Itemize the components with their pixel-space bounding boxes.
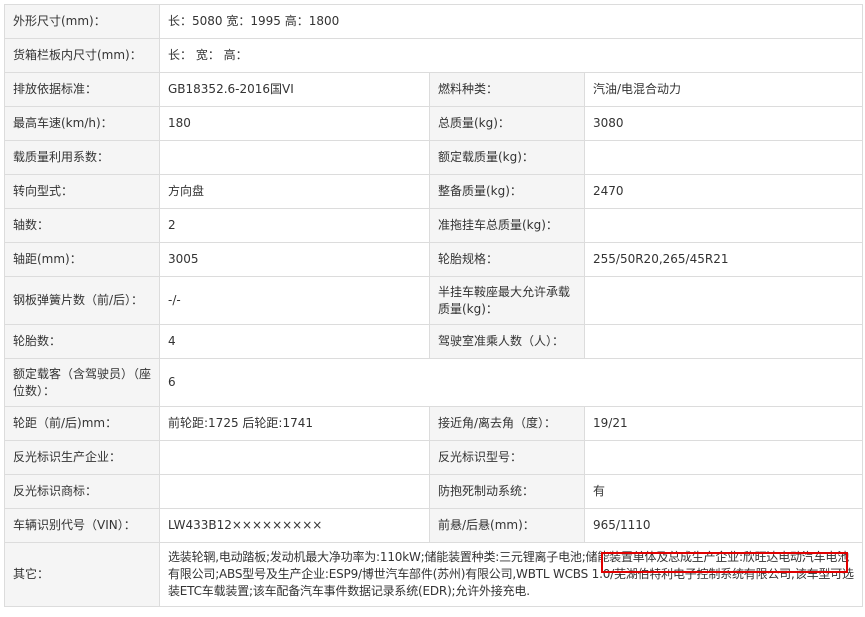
label-gross-mass: 总质量(kg)： <box>429 106 585 141</box>
label-cargo-box-dimensions: 货箱栏板内尺寸(mm)： <box>4 38 160 73</box>
table-row: 车辆识别代号（VIN）： LW433B12××××××××× 前悬/后悬(mm)… <box>4 508 863 543</box>
value-cargo-box-dimensions: 长： 宽： 高： <box>159 38 863 73</box>
value-leaf-springs: -/- <box>159 276 430 325</box>
label-cab-capacity: 驾驶室准乘人数（人）： <box>429 324 585 359</box>
label-vin: 车辆识别代号（VIN）： <box>4 508 160 543</box>
value-reflective-brand <box>159 474 430 509</box>
value-axle-count: 2 <box>159 208 430 243</box>
table-row: 排放依据标准： GB18352.6-2016国VI 燃料种类： 汽油/电混合动力 <box>4 72 863 107</box>
table-row: 轮胎数： 4 驾驶室准乘人数（人）： <box>4 324 863 359</box>
value-reflective-maker <box>159 440 430 475</box>
table-row: 最高车速(km/h)： 180 总质量(kg)： 3080 <box>4 106 863 141</box>
value-overhang: 965/1110 <box>584 508 863 543</box>
value-abs: 有 <box>584 474 863 509</box>
table-row: 钢板弹簧片数（前/后）： -/- 半挂车鞍座最大允许承载质量(kg)： <box>4 276 863 325</box>
table-row: 货箱栏板内尺寸(mm)： 长： 宽： 高： <box>4 38 863 73</box>
value-wheelbase: 3005 <box>159 242 430 277</box>
value-track-width: 前轮距:1725 后轮距:1741 <box>159 406 430 441</box>
value-load-utilization <box>159 140 430 175</box>
label-wheelbase: 轴距(mm)： <box>4 242 160 277</box>
label-reflective-maker: 反光标识生产企业： <box>4 440 160 475</box>
label-abs: 防抱死制动系统： <box>429 474 585 509</box>
label-other: 其它： <box>4 542 160 607</box>
vehicle-spec-table: 外形尺寸(mm)： 长：5080 宽：1995 高：1800 货箱栏板内尺寸(m… <box>4 4 863 607</box>
label-load-utilization: 载质量利用系数： <box>4 140 160 175</box>
label-approach-departure-angle: 接近角/离去角（度）： <box>429 406 585 441</box>
value-reflective-model <box>584 440 863 475</box>
table-row: 外形尺寸(mm)： 长：5080 宽：1995 高：1800 <box>4 4 863 39</box>
label-overall-dimensions: 外形尺寸(mm)： <box>4 4 160 39</box>
label-track-width: 轮距（前/后)mm： <box>4 406 160 441</box>
value-max-speed: 180 <box>159 106 430 141</box>
table-row: 额定载客（含驾驶员）（座位数）： 6 <box>4 358 863 407</box>
value-steering-type: 方向盘 <box>159 174 430 209</box>
value-trailer-mass <box>584 208 863 243</box>
label-fuel-type: 燃料种类： <box>429 72 585 107</box>
table-row: 轴距(mm)： 3005 轮胎规格： 255/50R20,265/45R21 <box>4 242 863 277</box>
label-rated-load: 额定载质量(kg)： <box>429 140 585 175</box>
table-row: 载质量利用系数： 额定载质量(kg)： <box>4 140 863 175</box>
label-tire-count: 轮胎数： <box>4 324 160 359</box>
label-overhang: 前悬/后悬(mm)： <box>429 508 585 543</box>
label-leaf-springs: 钢板弹簧片数（前/后）： <box>4 276 160 325</box>
value-tire-count: 4 <box>159 324 430 359</box>
label-rated-passengers: 额定载客（含驾驶员）（座位数）： <box>4 358 160 407</box>
table-row: 反光标识商标： 防抱死制动系统： 有 <box>4 474 863 509</box>
table-row: 反光标识生产企业： 反光标识型号： <box>4 440 863 475</box>
table-row: 其它： 选装轮辋,电动踏板;发动机最大净功率为:110kW;储能装置种类:三元锂… <box>4 542 863 607</box>
value-cab-capacity <box>584 324 863 359</box>
value-overall-dimensions: 长：5080 宽：1995 高：1800 <box>159 4 863 39</box>
label-axle-count: 轴数： <box>4 208 160 243</box>
table-row: 转向型式： 方向盘 整备质量(kg)： 2470 <box>4 174 863 209</box>
value-fifth-wheel-load <box>584 276 863 325</box>
value-vin: LW433B12××××××××× <box>159 508 430 543</box>
label-fifth-wheel-load: 半挂车鞍座最大允许承载质量(kg)： <box>429 276 585 325</box>
label-reflective-model: 反光标识型号： <box>429 440 585 475</box>
label-steering-type: 转向型式： <box>4 174 160 209</box>
label-max-speed: 最高车速(km/h)： <box>4 106 160 141</box>
value-fuel-type: 汽油/电混合动力 <box>584 72 863 107</box>
label-trailer-mass: 准拖挂车总质量(kg)： <box>429 208 585 243</box>
value-other: 选装轮辋,电动踏板;发动机最大净功率为:110kW;储能装置种类:三元锂离子电池… <box>159 542 863 607</box>
label-reflective-brand: 反光标识商标： <box>4 474 160 509</box>
table-row: 轴数： 2 准拖挂车总质量(kg)： <box>4 208 863 243</box>
label-emission-standard: 排放依据标准： <box>4 72 160 107</box>
table-row: 轮距（前/后)mm： 前轮距:1725 后轮距:1741 接近角/离去角（度）：… <box>4 406 863 441</box>
label-tire-spec: 轮胎规格： <box>429 242 585 277</box>
value-rated-passengers: 6 <box>159 358 863 407</box>
value-tire-spec: 255/50R20,265/45R21 <box>584 242 863 277</box>
label-curb-mass: 整备质量(kg)： <box>429 174 585 209</box>
value-curb-mass: 2470 <box>584 174 863 209</box>
value-rated-load <box>584 140 863 175</box>
value-gross-mass: 3080 <box>584 106 863 141</box>
value-approach-departure-angle: 19/21 <box>584 406 863 441</box>
value-emission-standard: GB18352.6-2016国VI <box>159 72 430 107</box>
